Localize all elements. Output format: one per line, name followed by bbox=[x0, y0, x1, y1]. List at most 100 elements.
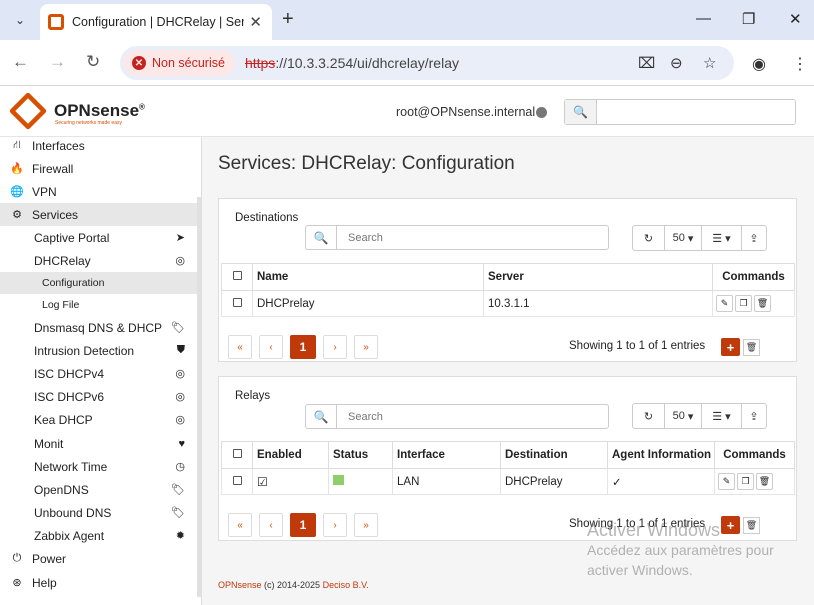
sidebar-item-interfaces[interactable]: ⛙ Interfaces bbox=[0, 134, 197, 157]
sidebar-item-isc-dhcpv6[interactable]: ISC DHCPv6 ◎ bbox=[0, 385, 197, 408]
sidebar-item-log-file[interactable]: Log File bbox=[0, 294, 197, 316]
column-header-commands: Commands bbox=[714, 441, 795, 469]
destinations-pagination: « ‹ 1 › » bbox=[228, 335, 385, 359]
forward-arrow-icon[interactable]: → bbox=[49, 52, 66, 72]
next-page-button[interactable]: › bbox=[323, 513, 347, 537]
new-tab-icon[interactable]: + bbox=[282, 8, 294, 31]
sidebar-item-label: Interfaces bbox=[32, 138, 85, 153]
relays-pagination: « ‹ 1 › » bbox=[228, 513, 385, 537]
column-header-commands: Commands bbox=[712, 263, 795, 291]
sidebar-item-isc-dhcpv4[interactable]: ISC DHCPv4 ◎ bbox=[0, 362, 197, 385]
first-page-button[interactable]: « bbox=[228, 513, 252, 537]
row-checkbox[interactable] bbox=[221, 290, 253, 317]
sidebar-item-dnsmasq[interactable]: Dnsmasq DNS & DHCP 🏷 bbox=[0, 316, 197, 339]
copy-icon[interactable]: ❐ bbox=[737, 473, 754, 490]
table-header-row: Enabled Status Interface Destination Age… bbox=[221, 441, 795, 469]
logo-text: OPNsense® bbox=[54, 101, 145, 120]
trash-icon[interactable]: 🗑 bbox=[756, 473, 773, 490]
sidebar-item-intrusion-detection[interactable]: Intrusion Detection ⛊ bbox=[0, 339, 197, 362]
next-page-button[interactable]: › bbox=[323, 335, 347, 359]
close-window-icon[interactable]: ✕ bbox=[789, 10, 802, 28]
security-chip[interactable]: ✕ Non sécurisé bbox=[124, 50, 235, 76]
refresh-icon[interactable]: ↻ bbox=[633, 404, 665, 428]
page-size-dropdown[interactable]: 50 ▾ bbox=[665, 226, 702, 250]
sidebar-item-services[interactable]: ⚙ Services bbox=[0, 203, 197, 226]
sidebar-item-opendns[interactable]: OpenDNS 🏷 bbox=[0, 478, 197, 501]
column-header-name[interactable]: Name bbox=[252, 263, 484, 291]
url-text[interactable]: https://10.3.3.254/ui/dhcrelay/relay bbox=[245, 55, 459, 71]
profile-icon[interactable]: ◉ bbox=[752, 54, 766, 74]
user-label[interactable]: root@OPNsense.internal bbox=[396, 105, 535, 119]
system-status-icon[interactable] bbox=[536, 107, 547, 118]
column-header-server[interactable]: Server bbox=[483, 263, 713, 291]
relays-grid-toolbar: ↻ 50 ▾ ☰ ▾ ⇪ bbox=[632, 403, 767, 429]
lifebuoy-icon: ⊛ bbox=[12, 577, 22, 589]
sidebar-item-kea-dhcp[interactable]: Kea DHCP ◎ bbox=[0, 408, 197, 431]
footer-brand-link[interactable]: OPNsense bbox=[218, 580, 262, 590]
sidebar-item-captive-portal[interactable]: Captive Portal ➤ bbox=[0, 226, 197, 249]
sidebar-item-configuration[interactable]: Configuration bbox=[0, 272, 197, 294]
reload-icon[interactable]: ↻ bbox=[86, 52, 100, 72]
sidebar-item-unbound-dns[interactable]: Unbound DNS 🏷 bbox=[0, 501, 197, 524]
column-header-agent-information[interactable]: Agent Information bbox=[607, 441, 715, 469]
footer-company-link[interactable]: Deciso B.V. bbox=[323, 580, 369, 590]
export-icon[interactable]: ⇪ bbox=[742, 226, 766, 250]
bullseye-icon: ◎ bbox=[175, 391, 185, 403]
close-tab-icon[interactable]: ✕ bbox=[249, 13, 262, 31]
sidebar-item-vpn[interactable]: 🌐 VPN bbox=[0, 180, 197, 203]
relays-search-input[interactable]: 🔍 Search bbox=[305, 404, 609, 429]
bookmark-star-icon[interactable]: ☆ bbox=[703, 54, 716, 72]
cell-server: 10.3.1.1 bbox=[483, 290, 713, 317]
trash-icon[interactable]: 🗑 bbox=[754, 295, 771, 312]
column-header-enabled[interactable]: Enabled bbox=[252, 441, 329, 469]
sidebar-item-monit[interactable]: Monit ♥ bbox=[0, 432, 197, 455]
first-page-button[interactable]: « bbox=[228, 335, 252, 359]
export-icon[interactable]: ⇪ bbox=[742, 404, 766, 428]
prev-page-button[interactable]: ‹ bbox=[259, 335, 283, 359]
tags-icon: 🏷 bbox=[171, 484, 185, 496]
cell-commands: ✎ ❐ 🗑 bbox=[714, 468, 795, 495]
sidebar-item-dhcrelay[interactable]: DHCRelay ◎ bbox=[0, 249, 197, 272]
column-header-interface[interactable]: Interface bbox=[392, 441, 501, 469]
zoom-icon[interactable]: ⊖ bbox=[670, 54, 683, 72]
page-size-dropdown[interactable]: 50 ▾ bbox=[665, 404, 702, 428]
column-header-status[interactable]: Status bbox=[328, 441, 393, 469]
last-page-button[interactable]: » bbox=[354, 513, 378, 537]
relays-label: Relays bbox=[235, 390, 271, 402]
destinations-search-input[interactable]: 🔍 Search bbox=[305, 225, 609, 250]
edit-pencil-icon[interactable]: ✎ bbox=[716, 295, 733, 312]
select-all-checkbox[interactable] bbox=[221, 441, 253, 469]
row-checkbox[interactable] bbox=[221, 468, 253, 495]
menu-kebab-icon[interactable]: ⋮ bbox=[792, 54, 808, 74]
copy-icon[interactable]: ❐ bbox=[735, 295, 752, 312]
add-destination-button[interactable]: + bbox=[721, 338, 740, 356]
translate-icon[interactable]: ⌧ bbox=[638, 54, 655, 72]
prev-page-button[interactable]: ‹ bbox=[259, 513, 283, 537]
omnibox[interactable]: ✕ Non sécurisé https://10.3.3.254/ui/dhc… bbox=[120, 46, 734, 80]
sidebar-item-power[interactable]: ⏻ Power bbox=[0, 547, 197, 570]
restore-icon[interactable]: ❐ bbox=[742, 10, 755, 28]
browser-tab[interactable]: Configuration | DHCRelay | Serv ✕ bbox=[40, 4, 272, 40]
sidebar-item-firewall[interactable]: 🔥 Firewall bbox=[0, 157, 197, 180]
column-header-destination[interactable]: Destination bbox=[500, 441, 608, 469]
tab-search-chevron-icon[interactable]: ⌄ bbox=[8, 8, 32, 32]
delete-selected-icon[interactable]: 🗑 bbox=[743, 339, 760, 356]
back-arrow-icon[interactable]: ← bbox=[12, 52, 29, 72]
columns-list-icon[interactable]: ☰ ▾ bbox=[702, 404, 742, 428]
page-1-button[interactable]: 1 bbox=[290, 335, 316, 359]
sidebar: ⛙ Interfaces 🔥 Firewall 🌐 VPN ⚙ Services Cap… bbox=[0, 137, 202, 605]
cell-agent-information: ✓ bbox=[607, 468, 715, 495]
columns-list-icon[interactable]: ☰ ▾ bbox=[702, 226, 742, 250]
sidebar-item-network-time[interactable]: Network Time ◷ bbox=[0, 455, 197, 478]
last-page-button[interactable]: » bbox=[354, 335, 378, 359]
sidebar-item-zabbix-agent[interactable]: Zabbix Agent ✹ bbox=[0, 524, 197, 547]
cell-enabled[interactable]: ☑ bbox=[252, 468, 329, 495]
sidebar-item-help[interactable]: ⊛ Help bbox=[0, 571, 197, 594]
minimize-icon[interactable]: — bbox=[696, 10, 711, 27]
select-all-checkbox[interactable] bbox=[221, 263, 253, 291]
cell-name: DHCPrelay bbox=[252, 290, 484, 317]
global-search-input[interactable]: 🔍 bbox=[564, 99, 796, 125]
page-1-button[interactable]: 1 bbox=[290, 513, 316, 537]
edit-pencil-icon[interactable]: ✎ bbox=[718, 473, 735, 490]
refresh-icon[interactable]: ↻ bbox=[633, 226, 665, 250]
